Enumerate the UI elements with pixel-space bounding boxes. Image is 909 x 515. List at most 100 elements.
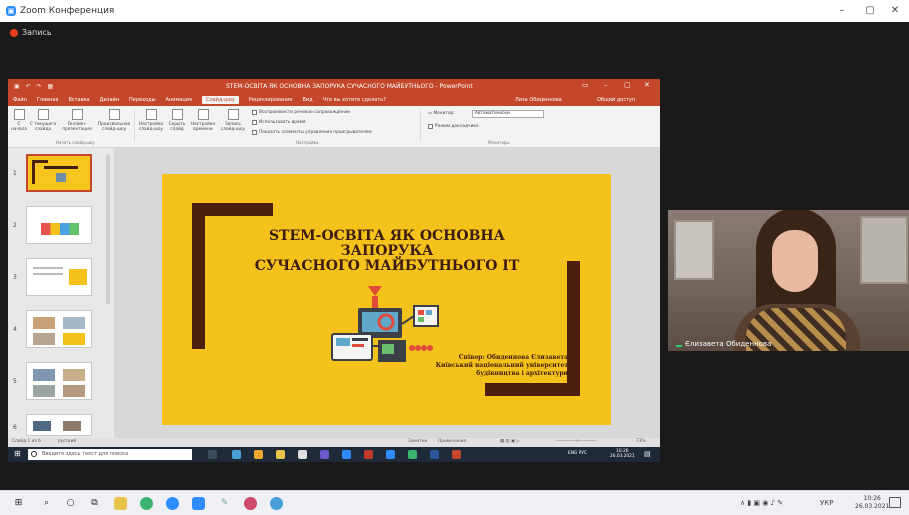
notifications-icon[interactable]: ▤ xyxy=(644,450,651,458)
shared-screen[interactable]: ▣ ↶ ↷ ▦ STEM-ОСВІТА ЯК ОСНОВНА ЗАПОРУКА … xyxy=(8,79,660,462)
pp-minimize-icon[interactable]: – xyxy=(604,81,608,89)
slide-thumbnail-2[interactable] xyxy=(26,206,92,244)
ribbon-divider xyxy=(134,110,135,142)
paint-icon[interactable]: ✎ xyxy=(218,497,231,510)
timings-checkbox[interactable]: Использовать время xyxy=(252,120,306,125)
close-button[interactable]: ✕ xyxy=(881,0,909,22)
windows-start-icon[interactable]: ⊞ xyxy=(14,449,21,458)
from-current-button[interactable]: С текущего слайда xyxy=(28,109,58,132)
online-present-button[interactable]: Онлайн-презентация xyxy=(60,109,94,132)
zoom-slider[interactable]: –————+———— xyxy=(556,439,596,444)
shared-clock[interactable]: 10:26 26.03.2021 xyxy=(610,449,635,459)
record-show-button[interactable]: Запись слайд-шоу xyxy=(218,109,248,132)
share-button[interactable]: Общий доступ xyxy=(597,97,635,103)
ribbon: С начала С текущего слайда Онлайн-презен… xyxy=(8,106,660,148)
slide-thumbnail-1[interactable] xyxy=(26,154,92,192)
explorer-icon[interactable] xyxy=(276,450,285,459)
notifications-icon[interactable] xyxy=(889,497,901,508)
notes-button[interactable]: Заметки xyxy=(408,439,427,444)
restore-button[interactable]: ▢ xyxy=(856,0,884,22)
current-slide[interactable]: STEM-ОСВІТА ЯК ОСНОВНА ЗАПОРУКА СУЧАСНОГ… xyxy=(162,174,611,425)
windows-start-icon[interactable]: ⊞ xyxy=(12,497,25,510)
custom-show-button[interactable]: Произвольное слайд-шоу xyxy=(96,109,132,132)
cortana-icon[interactable]: ○ xyxy=(64,497,77,510)
store-icon[interactable] xyxy=(298,450,307,459)
thumbnails-scrollbar[interactable] xyxy=(106,154,110,304)
group-start-label: Начать слайд-шоу xyxy=(56,140,95,145)
app-icon[interactable] xyxy=(364,450,373,459)
teams-icon[interactable] xyxy=(320,450,329,459)
word-icon[interactable] xyxy=(430,450,439,459)
powerpoint-icon[interactable] xyxy=(452,450,461,459)
language-indicator[interactable]: УКР xyxy=(820,499,833,507)
window-title-bar: ▣ Zoom Конференция – ▢ ✕ xyxy=(0,0,909,22)
minimize-button[interactable]: – xyxy=(828,0,856,22)
task-view-icon[interactable] xyxy=(208,450,217,459)
hide-slide-button[interactable]: Скрыть слайд xyxy=(164,109,190,132)
narration-checkbox[interactable]: Воспроизвести речевое сопровождение xyxy=(252,110,350,115)
edge-icon[interactable] xyxy=(166,497,179,510)
setup-show-button[interactable]: Настройка слайд-шоу xyxy=(136,109,166,132)
tab-view[interactable]: Вид xyxy=(302,97,312,103)
chrome2-icon[interactable] xyxy=(408,450,417,459)
online-icon xyxy=(71,109,83,120)
meeting-area: Запись ▣ ↶ ↷ ▦ STEM-ОСВІТА ЯК ОСНОВНА ЗА… xyxy=(0,22,909,490)
group-setup-label: Настройка xyxy=(296,140,319,145)
slide-title: STEM-ОСВІТА ЯК ОСНОВНА ЗАПОРУКА СУЧАСНОГ… xyxy=(254,228,520,274)
tab-slideshow[interactable]: Слайд-шоу xyxy=(201,96,239,104)
app-icon[interactable] xyxy=(244,497,257,510)
bracket-right xyxy=(567,261,580,396)
zoom-level[interactable]: 73% xyxy=(636,439,646,444)
view-buttons-icon[interactable]: ▦ ▤ ▣ ▷ xyxy=(500,439,520,444)
tab-home[interactable]: Главная xyxy=(37,97,59,103)
document-title: STEM-ОСВІТА ЯК ОСНОВНА ЗАПОРУКА СУЧАСНОГ… xyxy=(226,83,473,90)
tray-icons[interactable]: ∧ ▮ ▣ ◉ ♪ ✎ xyxy=(740,499,783,507)
comments-button[interactable]: Примечания xyxy=(438,439,466,444)
rehearse-timings-button[interactable]: Настройка времени xyxy=(188,109,218,132)
tab-file[interactable]: Файл xyxy=(13,97,27,103)
quick-access-icons[interactable]: ▣ ↶ ↷ ▦ xyxy=(14,83,55,90)
pp-ribbon-options-icon[interactable]: ▭ xyxy=(582,81,589,89)
pp-close-icon[interactable]: ✕ xyxy=(644,81,650,89)
tell-me-box[interactable]: Что вы хотите сделать? xyxy=(323,97,386,103)
tab-animation[interactable]: Анимация xyxy=(166,97,192,103)
edge2-icon[interactable] xyxy=(270,497,283,510)
search-icon[interactable]: ⌕ xyxy=(40,497,53,510)
slideshow-start-icon xyxy=(13,109,25,120)
powerpoint-status-bar: Слайд 1 из 6 русский Заметки Примечания … xyxy=(8,438,660,447)
zoom-icon[interactable] xyxy=(192,497,205,510)
slide-thumbnail-4[interactable] xyxy=(26,310,92,348)
task-view-icon[interactable]: ⧉ xyxy=(88,497,101,510)
presenter-view-checkbox[interactable]: Режим докладчика xyxy=(428,124,479,129)
user-name[interactable]: Лиза Обиденнова xyxy=(515,97,562,103)
shared-lang[interactable]: ENG РУС xyxy=(568,451,587,456)
shared-search-box[interactable]: Введите здесь текст для поиска xyxy=(28,449,192,460)
window-title: Zoom Конференция xyxy=(20,6,115,16)
background-window xyxy=(674,220,714,280)
mail-icon[interactable] xyxy=(342,450,351,459)
language-indicator[interactable]: русский xyxy=(58,439,76,444)
chrome-icon[interactable] xyxy=(254,450,263,459)
pp-restore-icon[interactable]: ▢ xyxy=(624,81,631,89)
monitor-select[interactable]: Автоматически xyxy=(472,110,544,118)
tab-design[interactable]: Дизайн xyxy=(100,97,119,103)
tab-review[interactable]: Рецензирование xyxy=(249,97,293,103)
tab-transitions[interactable]: Переходы xyxy=(129,97,156,103)
tab-insert[interactable]: Вставка xyxy=(68,97,89,103)
participant-video[interactable]: Єлизавета Обиденнова xyxy=(668,210,909,351)
zoom-icon[interactable] xyxy=(386,450,395,459)
monitor-label: ▭ Монитор: xyxy=(428,111,455,116)
slide-thumbnail-3[interactable] xyxy=(26,258,92,296)
from-start-button[interactable]: С начала xyxy=(10,109,28,132)
edge-icon[interactable] xyxy=(232,450,241,459)
thumb-number: 3 xyxy=(13,274,17,281)
file-explorer-icon[interactable] xyxy=(114,497,127,510)
recording-indicator[interactable]: Запись xyxy=(10,28,52,37)
record-icon xyxy=(227,109,239,120)
chrome-icon[interactable] xyxy=(140,497,153,510)
thumb-number: 4 xyxy=(13,326,17,333)
slide-thumbnail-6[interactable] xyxy=(26,414,92,436)
clock[interactable]: 10:26 26.03.2021 xyxy=(855,495,889,511)
controls-checkbox[interactable]: Показать элементы управления проигрывате… xyxy=(252,130,372,135)
slide-thumbnail-5[interactable] xyxy=(26,362,92,400)
